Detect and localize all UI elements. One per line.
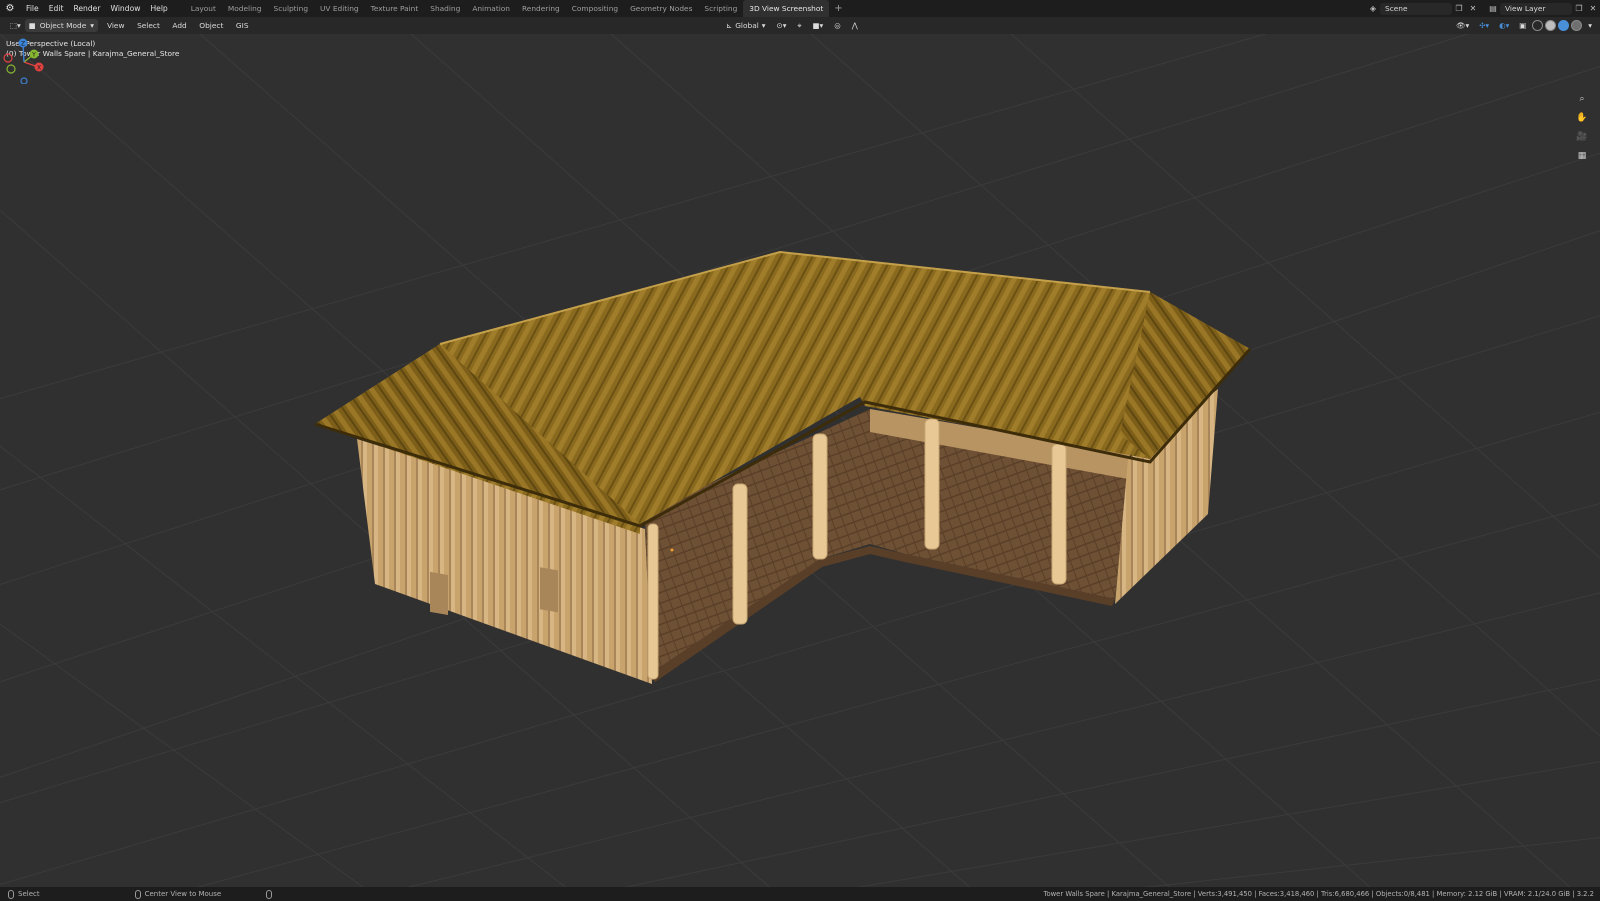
delete-scene-icon[interactable]: ✕: [1466, 3, 1480, 15]
tab-layout[interactable]: Layout: [185, 0, 222, 17]
window-left: [430, 571, 448, 615]
delete-view-layer-icon[interactable]: ✕: [1586, 3, 1600, 15]
snap-toggle-icon[interactable]: ⌖: [793, 19, 805, 32]
status-select: Select: [8, 889, 40, 899]
proportional-edit-icon[interactable]: ◎: [830, 19, 844, 32]
chevron-down-icon: ▾: [761, 21, 766, 30]
menu-edit[interactable]: Edit: [44, 0, 69, 17]
menu-add[interactable]: Add: [167, 21, 191, 30]
menu-file[interactable]: File: [21, 0, 44, 17]
window-mid: [540, 567, 558, 613]
left-mouse-icon: [8, 889, 14, 899]
status-context: [266, 889, 273, 899]
tab-modeling[interactable]: Modeling: [222, 0, 268, 17]
menu-select[interactable]: Select: [132, 21, 165, 30]
gizmo-neg-x-icon[interactable]: [3, 53, 13, 63]
pan-hand-icon[interactable]: ✋: [1575, 111, 1589, 125]
editor-type-icon[interactable]: ⬚▾: [6, 19, 25, 32]
navigation-tools: ⌕ ✋ 🎥 ▦: [1575, 92, 1589, 163]
gizmo-x-label: X: [37, 65, 41, 72]
display-tools: 👁▾ ✣▾ ◐▾ ▣ ▾: [1452, 17, 1596, 34]
blender-logo-icon[interactable]: ⚙: [3, 0, 17, 17]
solid-shading-icon[interactable]: [1545, 20, 1557, 31]
zoom-icon[interactable]: ⌕: [1575, 92, 1589, 106]
material-preview-shading-icon[interactable]: [1558, 20, 1570, 31]
shading-options-chevron-icon[interactable]: ▾: [1584, 19, 1596, 32]
gizmo-toggle-icon[interactable]: ✣▾: [1475, 19, 1493, 32]
rendered-shading-icon[interactable]: [1571, 20, 1583, 31]
3d-viewport[interactable]: User Perspective (Local) (0) Tower Walls…: [0, 34, 1600, 887]
mode-label: Object Mode: [39, 21, 87, 30]
transform-tools: ⊾ Global ▾ ⊙▾ ⌖ ■▾ ◎ ⋀: [722, 17, 862, 34]
tab-3d-view-screenshot[interactable]: 3D View Screenshot: [743, 0, 830, 17]
tab-sculpting[interactable]: Sculpting: [268, 0, 315, 17]
tab-compositing[interactable]: Compositing: [566, 0, 624, 17]
gizmo-z-label: Z: [21, 41, 25, 48]
tab-shading[interactable]: Shading: [424, 0, 466, 17]
main-menu: File Edit Render Window Help: [21, 0, 173, 17]
mode-selector[interactable]: ■ Object Mode ▾: [24, 19, 98, 32]
status-center-view: Center View to Mouse: [134, 889, 222, 899]
new-scene-icon[interactable]: ❐: [1452, 3, 1466, 15]
tab-geometry-nodes[interactable]: Geometry Nodes: [624, 0, 698, 17]
view-layer-selector-icon[interactable]: ▤: [1486, 3, 1500, 15]
viewport-canvas[interactable]: [0, 34, 1600, 887]
orientation-label: Global: [735, 21, 759, 30]
gizmo-neg-z-icon[interactable]: [20, 77, 28, 84]
tab-uv-editing[interactable]: UV Editing: [314, 0, 365, 17]
camera-view-icon[interactable]: 🎥: [1575, 130, 1589, 144]
menu-window[interactable]: Window: [105, 0, 145, 17]
new-view-layer-icon[interactable]: ❐: [1572, 3, 1586, 15]
workspace-tabs: Layout Modeling Sculpting UV Editing Tex…: [185, 0, 848, 17]
object-mode-icon: ■: [28, 21, 36, 30]
scene-controls: ◈ Scene ❐ ✕ ▤ View Layer ❐ ✕: [1366, 0, 1600, 17]
menu-gis[interactable]: GIS: [231, 21, 254, 30]
menu-render[interactable]: Render: [68, 0, 105, 17]
status-bar: Select Center View to Mouse Tower Walls …: [0, 887, 1600, 901]
orientation-selector[interactable]: ⊾ Global ▾: [722, 19, 770, 32]
scene-selector-icon[interactable]: ◈: [1366, 3, 1380, 15]
add-workspace-icon[interactable]: +: [829, 3, 847, 14]
ortho-grid-icon[interactable]: ▦: [1575, 149, 1589, 163]
status-center-view-label: Center View to Mouse: [144, 890, 222, 898]
top-menu-bar: ⚙ File Edit Render Window Help Layout Mo…: [0, 0, 1600, 17]
falloff-icon[interactable]: ⋀: [848, 19, 862, 32]
pivot-point-icon[interactable]: ⊙▾: [773, 19, 791, 32]
karajma-general-store-model[interactable]: [314, 250, 1252, 684]
wireframe-shading-icon[interactable]: [1532, 20, 1544, 31]
status-select-label: Select: [18, 890, 40, 898]
tab-texture-paint[interactable]: Texture Paint: [365, 0, 425, 17]
right-mouse-icon: [266, 889, 273, 899]
tab-scripting[interactable]: Scripting: [698, 0, 743, 17]
gizmo-neg-y-icon[interactable]: [6, 64, 16, 74]
gizmo-y-label: Y: [31, 52, 36, 59]
orientation-icon: ⊾: [726, 21, 733, 30]
snap-target-icon[interactable]: ■▾: [809, 19, 828, 32]
menu-help[interactable]: Help: [145, 0, 172, 17]
menu-object[interactable]: Object: [194, 21, 228, 30]
viewport-menus: View Select Add Object GIS: [102, 17, 254, 34]
view-layer-field[interactable]: View Layer: [1500, 2, 1572, 15]
menu-view[interactable]: View: [102, 21, 130, 30]
visibility-icon[interactable]: 👁▾: [1452, 19, 1473, 32]
scene-name-field[interactable]: Scene: [1380, 2, 1452, 15]
chevron-down-icon: ▾: [90, 21, 94, 30]
object-origin-point: [670, 548, 674, 552]
scene-statistics: Tower Walls Spare | Karajma_General_Stor…: [1043, 890, 1594, 898]
middle-mouse-icon: [134, 889, 141, 899]
tab-rendering[interactable]: Rendering: [516, 0, 566, 17]
overlays-toggle-icon[interactable]: ◐▾: [1495, 19, 1513, 32]
viewport-header: ⬚▾ ■ Object Mode ▾ View Select Add Objec…: [0, 17, 1600, 34]
xray-toggle-icon[interactable]: ▣: [1515, 19, 1530, 32]
tab-animation[interactable]: Animation: [466, 0, 516, 17]
navigation-gizmo[interactable]: X Y Z: [0, 34, 48, 84]
